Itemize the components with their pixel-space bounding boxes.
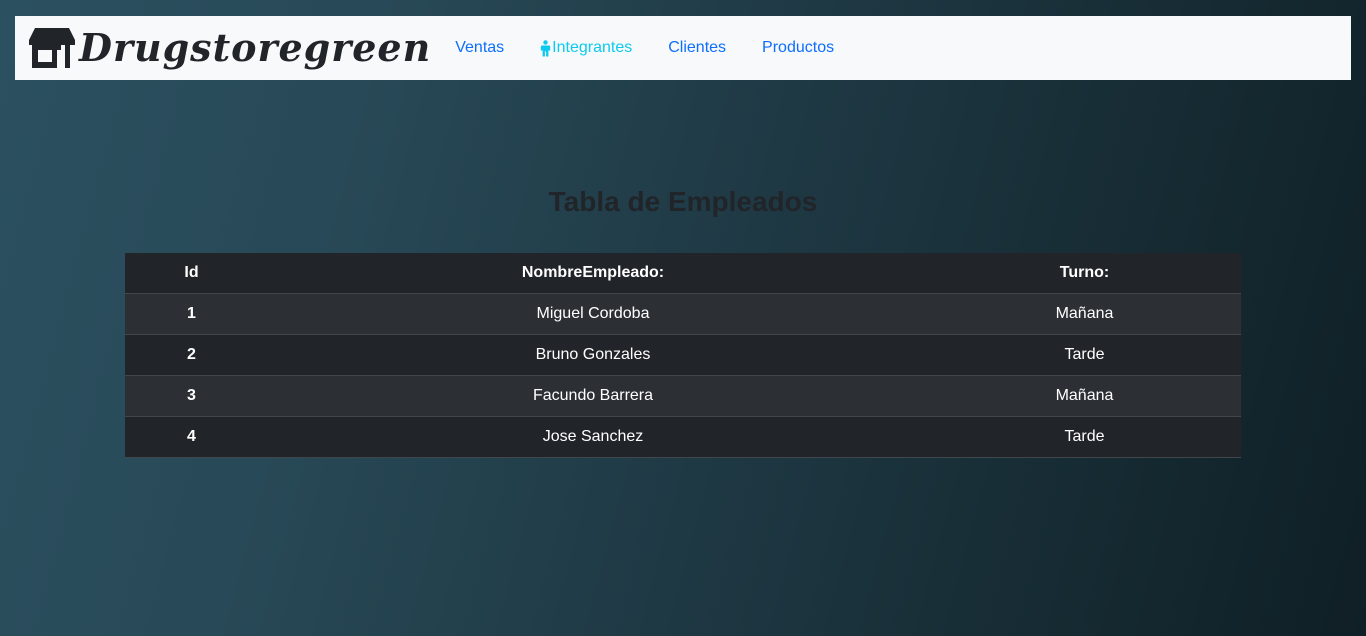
- page-title: Tabla de Empleados: [548, 186, 818, 217]
- header-id: Id: [125, 253, 258, 294]
- cell-nombre: Jose Sanchez: [258, 416, 928, 458]
- cell-nombre: Miguel Cordoba: [258, 293, 928, 335]
- cell-nombre: Facundo Barrera: [258, 375, 928, 417]
- person-icon: [540, 39, 551, 56]
- cell-id: 4: [125, 416, 258, 458]
- nav-link-productos[interactable]: Productos: [744, 39, 852, 57]
- brand-name: Drugstoregreen: [79, 25, 432, 70]
- cell-nombre: Bruno Gonzales: [258, 334, 928, 376]
- header-nombre: NombreEmpleado:: [258, 253, 928, 294]
- navbar: Drugstoregreen Ventas Integrantes Client…: [15, 16, 1351, 80]
- cell-id: 2: [125, 334, 258, 376]
- cell-turno: Tarde: [928, 334, 1241, 376]
- header-turno: Turno:: [928, 253, 1241, 294]
- table-row: 2 Bruno Gonzales Tarde: [125, 334, 1241, 376]
- nav-links: Ventas Integrantes Clientes Productos: [437, 39, 852, 57]
- store-icon: [29, 28, 75, 68]
- nav-link-clientes[interactable]: Clientes: [650, 39, 744, 57]
- table-row: 3 Facundo Barrera Mañana: [125, 375, 1241, 417]
- cell-id: 1: [125, 293, 258, 335]
- table-row: 4 Jose Sanchez Tarde: [125, 416, 1241, 458]
- cell-turno: Tarde: [928, 416, 1241, 458]
- employees-table-container: Id NombreEmpleado: Turno: 1 Miguel Cordo…: [125, 253, 1241, 458]
- cell-turno: Mañana: [928, 375, 1241, 417]
- brand-link[interactable]: Drugstoregreen: [27, 26, 431, 70]
- nav-link-integrantes-label: Integrantes: [552, 39, 633, 56]
- employees-table: Id NombreEmpleado: Turno: 1 Miguel Cordo…: [125, 253, 1241, 458]
- nav-link-integrantes[interactable]: Integrantes: [522, 39, 650, 57]
- cell-turno: Mañana: [928, 293, 1241, 335]
- table-row: 1 Miguel Cordoba Mañana: [125, 293, 1241, 335]
- nav-link-ventas[interactable]: Ventas: [437, 39, 522, 57]
- cell-id: 3: [125, 375, 258, 417]
- table-header-row: Id NombreEmpleado: Turno:: [125, 253, 1241, 294]
